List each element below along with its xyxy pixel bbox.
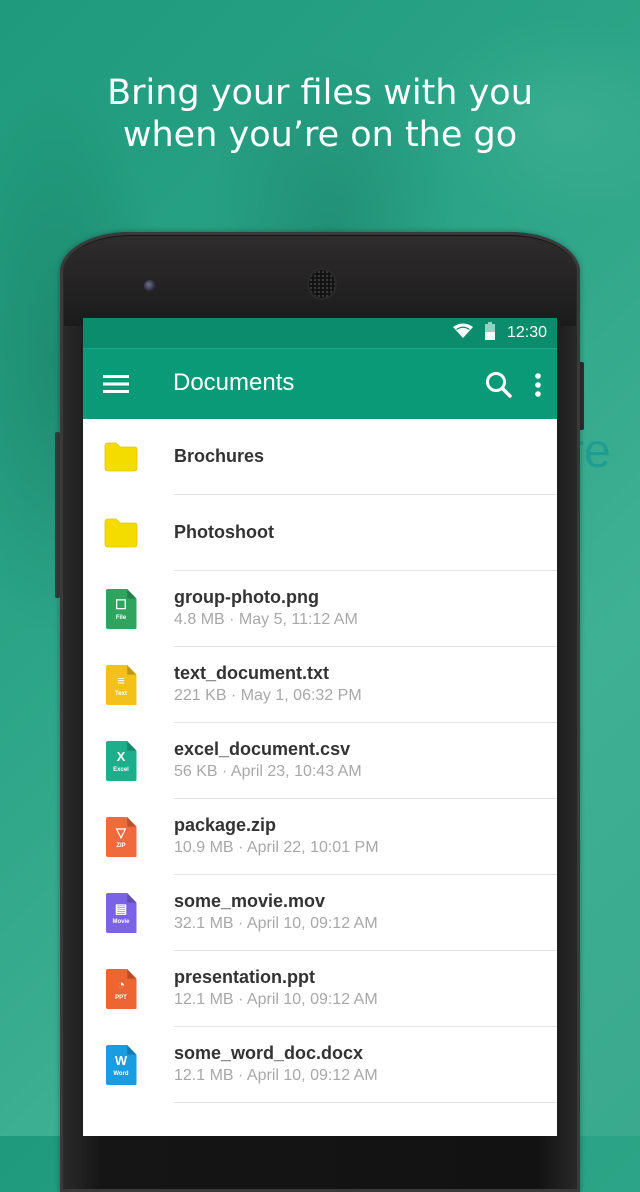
list-item-icon-container (101, 495, 141, 571)
list-item-icon-container: ☐ File (101, 571, 141, 647)
file-list-item[interactable]: ◔ PPT presentation.ppt 12.1 MB · April 10, … (83, 951, 557, 1027)
battery-icon (484, 321, 495, 345)
file-list-item[interactable]: ☐ File group-photo.png 4.8 MB · May 5, 11:1… (83, 571, 557, 647)
folder-list-item[interactable]: Brochures (83, 419, 557, 495)
folder-list-item[interactable]: Photoshoot (83, 495, 557, 571)
file-list-item[interactable]: ▽ ZIP package.zip 10.9 MB · April 22, 10:01… (83, 799, 557, 875)
ppt-file-icon: ◔ PPT (105, 969, 137, 1009)
file-corner-fold (127, 665, 137, 675)
item-name: Photoshoot (174, 522, 274, 542)
phone-screen: 12:30 Documents Brochures Photoshoot ☐ F… (83, 318, 557, 1136)
item-meta: 221 KB · May 1, 06:32 PM (174, 687, 362, 704)
file-type-glyph: ▤ (114, 901, 128, 916)
item-name: package.zip (174, 815, 277, 835)
list-item-icon-container: W Word (101, 1027, 141, 1103)
file-list-item[interactable]: X Excel excel_document.csv 56 KB · April 23… (83, 723, 557, 799)
status-time: 12:30 (506, 324, 547, 341)
file-corner-fold (127, 817, 137, 827)
item-name: text_document.txt (174, 663, 330, 683)
item-meta: 12.1 MB · April 10, 09:12 AM (174, 991, 378, 1008)
file-list-item[interactable]: ▤ Movie some_movie.mov 32.1 MB · April 10, … (83, 875, 557, 951)
list-item-icon-container: ▤ Movie (101, 875, 141, 951)
file-type-glyph: W (114, 1053, 128, 1068)
file-type-label: File (115, 615, 127, 621)
phone-bezel-top (64, 236, 576, 326)
list-item-icon-container: ≡ Text (101, 647, 141, 723)
file-type-label: Word (113, 1071, 129, 1077)
file-type-label: ZIP (116, 843, 126, 849)
file-corner-fold (127, 893, 137, 903)
file-list-item[interactable]: ≡ Text text_document.txt 221 KB · May 1, 06… (83, 647, 557, 723)
file-type-glyph: ◔ (117, 977, 125, 992)
folder-icon (104, 518, 138, 548)
file-corner-fold (127, 969, 137, 979)
menu-button[interactable] (101, 371, 131, 397)
file-type-glyph: ≡ (117, 673, 125, 688)
file-type-label: Movie (112, 919, 130, 925)
item-name: group-photo.png (174, 587, 319, 607)
status-bar: 12:30 (83, 318, 557, 348)
item-name: some_movie.mov (174, 891, 326, 911)
item-meta: 32.1 MB · April 10, 09:12 AM (174, 915, 378, 932)
list-item-icon-container: X Excel (101, 723, 141, 799)
file-corner-fold (127, 589, 137, 599)
menu-icon (103, 375, 129, 393)
file-type-glyph: ☐ (115, 597, 127, 612)
file-type-glyph: X (116, 749, 126, 764)
movie-file-icon: ▤ Movie (105, 893, 137, 933)
more-vert-icon (535, 373, 541, 397)
file-type-label: Excel (113, 767, 129, 773)
page-title: Documents (173, 369, 295, 396)
excel-file-icon: X Excel (105, 741, 137, 781)
file-type-glyph: ▽ (116, 825, 126, 840)
zip-file-icon: ▽ ZIP (105, 817, 137, 857)
wifi-icon (452, 323, 473, 344)
front-camera-icon (144, 280, 156, 292)
headline-line-1: Bring your files with you (107, 73, 533, 113)
text-file-icon: ≡ Text (105, 665, 137, 705)
search-icon (486, 372, 512, 398)
item-name: excel_document.csv (174, 739, 351, 759)
headline-line-2: when you’re on the go (122, 115, 518, 155)
promo-headline: Bring your files with you when you’re on… (0, 72, 640, 156)
file-type-label: PPT (115, 995, 127, 1001)
list-item-icon-container: ▽ ZIP (101, 799, 141, 875)
item-name: some_word_doc.docx (174, 1043, 364, 1063)
item-meta: 4.8 MB · May 5, 11:12 AM (174, 611, 358, 628)
word-file-icon: W Word (105, 1045, 137, 1085)
file-corner-fold (127, 741, 137, 751)
file-list-item[interactable]: W Word some_word_doc.docx 12.1 MB · April 1… (83, 1027, 557, 1103)
app-bar: Documents (83, 348, 557, 419)
item-meta: 12.1 MB · April 10, 09:12 AM (174, 1067, 378, 1084)
list-divider (174, 1102, 557, 1103)
document-list: Brochures Photoshoot ☐ File group-photo.png 4… (83, 419, 557, 1103)
search-button[interactable] (483, 369, 515, 401)
list-item-icon-container: ◔ PPT (101, 951, 141, 1027)
item-name: Brochures (174, 446, 265, 466)
list-item-icon-container (101, 419, 141, 495)
more-options-button[interactable] (531, 369, 545, 401)
image-file-icon: ☐ File (105, 589, 137, 629)
folder-icon (104, 442, 138, 472)
item-meta: 10.9 MB · April 22, 10:01 PM (174, 839, 379, 856)
file-type-label: Text (115, 691, 127, 697)
earpiece-speaker-icon (309, 270, 335, 298)
item-name: presentation.ppt (174, 967, 316, 987)
item-meta: 56 KB · April 23, 10:43 AM (174, 763, 362, 780)
file-corner-fold (127, 1045, 137, 1055)
